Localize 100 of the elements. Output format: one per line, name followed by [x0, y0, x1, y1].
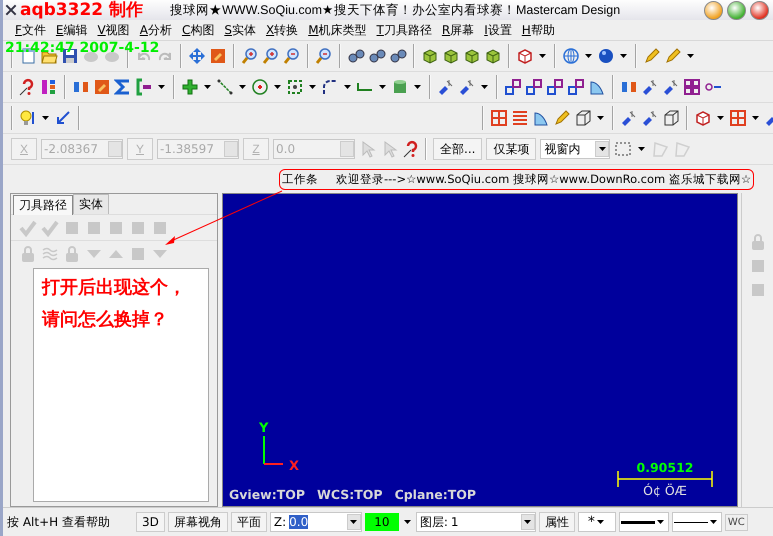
- caret-icon[interactable]: [598, 147, 606, 151]
- z-depth-field[interactable]: Z: 0.0: [270, 512, 362, 532]
- caret-icon[interactable]: [596, 520, 604, 524]
- menu-item[interactable]: X转换: [262, 22, 304, 38]
- tool-icon[interactable]: [620, 109, 638, 127]
- status-button[interactable]: 3D: [136, 512, 165, 532]
- selection-box-icon[interactable]: [614, 140, 632, 158]
- panel-tab[interactable]: 刀具路径: [13, 195, 73, 215]
- caret-icon[interactable]: [379, 85, 386, 89]
- square-icon[interactable]: [286, 78, 304, 96]
- sphere-icon[interactable]: [597, 47, 615, 65]
- caret-icon[interactable]: [657, 520, 664, 524]
- cylinder-icon[interactable]: [391, 78, 409, 96]
- maximize-button[interactable]: [727, 0, 746, 20]
- caret-icon[interactable]: [414, 85, 421, 89]
- binoculars-icon[interactable]: [389, 47, 407, 65]
- boxes-icon[interactable]: [504, 78, 522, 96]
- menu-item[interactable]: F文件: [11, 22, 52, 38]
- check-icon[interactable]: [19, 218, 37, 236]
- pencil-icon[interactable]: [553, 109, 571, 127]
- zoom-out-icon[interactable]: [283, 47, 301, 65]
- close-button[interactable]: [750, 0, 769, 20]
- caret-icon[interactable]: [638, 147, 646, 151]
- boxes-icon[interactable]: [525, 78, 543, 96]
- cube-icon[interactable]: [421, 47, 439, 65]
- move-arrows-icon[interactable]: [188, 47, 206, 65]
- cube-icon[interactable]: [442, 47, 460, 65]
- wireframe-box-icon[interactable]: [574, 109, 592, 127]
- caret-icon[interactable]: [350, 520, 358, 524]
- point-style-dropdown[interactable]: *: [578, 512, 616, 532]
- layer-field[interactable]: 图层: 1: [416, 512, 536, 532]
- status-button[interactable]: 平面: [230, 512, 267, 532]
- menu-item[interactable]: I设置: [480, 22, 518, 38]
- caret-icon[interactable]: [204, 85, 211, 89]
- caret-icon[interactable]: [710, 520, 718, 524]
- caret-icon[interactable]: [309, 85, 316, 89]
- boxes-icon[interactable]: [567, 78, 585, 96]
- bar-columns-icon[interactable]: [40, 78, 58, 96]
- binoculars-icon[interactable]: [368, 47, 386, 65]
- status-button[interactable]: 屏幕视角: [168, 512, 228, 532]
- box-view-icon[interactable]: [516, 47, 534, 65]
- menu-item[interactable]: T刀具路径: [372, 22, 438, 38]
- check-icon[interactable]: [41, 218, 59, 236]
- caret-icon[interactable]: [585, 54, 592, 58]
- caret-icon[interactable]: [524, 520, 532, 524]
- caret-icon[interactable]: [717, 116, 724, 120]
- caret-icon[interactable]: [539, 54, 546, 58]
- tool-icon[interactable]: [662, 78, 680, 96]
- squares-icon[interactable]: [683, 78, 701, 96]
- zoom-icon[interactable]: [241, 47, 259, 65]
- tool-icon[interactable]: [437, 78, 455, 96]
- grid-icon[interactable]: [729, 109, 747, 127]
- line-icon[interactable]: [216, 78, 234, 96]
- select-button[interactable]: 仅某项: [486, 138, 536, 160]
- sum-icon[interactable]: [114, 78, 132, 96]
- zoom-out-icon[interactable]: [315, 47, 333, 65]
- menu-item[interactable]: E编辑: [52, 22, 94, 38]
- menu-item[interactable]: A分析: [136, 22, 178, 38]
- tool-icon[interactable]: [641, 78, 659, 96]
- binoculars-icon[interactable]: [347, 47, 365, 65]
- grid-icon[interactable]: [490, 109, 508, 127]
- caret-icon[interactable]: [597, 116, 604, 120]
- cube-icon[interactable]: [484, 47, 502, 65]
- caret-icon[interactable]: [404, 520, 411, 524]
- box-view-icon[interactable]: [694, 109, 712, 127]
- bulb-icon[interactable]: [19, 109, 37, 127]
- caret-icon[interactable]: [481, 85, 488, 89]
- lines-icon[interactable]: [511, 109, 529, 127]
- plus-icon[interactable]: [181, 78, 199, 96]
- menu-item[interactable]: R屏幕: [438, 22, 480, 38]
- boxes-icon[interactable]: [546, 78, 564, 96]
- circle-icon[interactable]: [251, 78, 269, 96]
- bracket-icon[interactable]: [135, 78, 153, 96]
- caret-icon[interactable]: [158, 85, 165, 89]
- menu-item[interactable]: H帮助: [518, 22, 561, 38]
- caret-icon[interactable]: [42, 116, 49, 120]
- globe-icon[interactable]: [562, 47, 580, 65]
- panel-tab[interactable]: 实体: [73, 194, 109, 214]
- cube-icon[interactable]: [463, 47, 481, 65]
- tool-icon[interactable]: [641, 109, 659, 127]
- tool-icon[interactable]: [458, 78, 476, 96]
- menu-item[interactable]: S实体: [220, 22, 262, 38]
- minimize-button[interactable]: [704, 0, 723, 20]
- zoom-icon[interactable]: [262, 47, 280, 65]
- color-swatch[interactable]: 10: [364, 513, 399, 531]
- mode-dropdown[interactable]: 视窗内: [540, 139, 610, 159]
- select-button[interactable]: 全部...: [433, 138, 482, 160]
- caret-icon[interactable]: [239, 85, 246, 89]
- menu-item[interactable]: M机床类型: [304, 22, 373, 38]
- pencil-icon[interactable]: [643, 47, 661, 65]
- pencil-icon[interactable]: [664, 47, 682, 65]
- line-style-dropdown[interactable]: [618, 512, 669, 532]
- line-width-dropdown[interactable]: [672, 512, 722, 532]
- caret-icon[interactable]: [687, 54, 694, 58]
- arrow-icon[interactable]: [54, 109, 72, 127]
- caret-icon[interactable]: [620, 54, 627, 58]
- caret-icon[interactable]: [344, 85, 351, 89]
- menu-item[interactable]: C构图: [178, 22, 220, 38]
- menu-item[interactable]: V视图: [94, 22, 136, 38]
- wireframe-box-icon[interactable]: [662, 109, 680, 127]
